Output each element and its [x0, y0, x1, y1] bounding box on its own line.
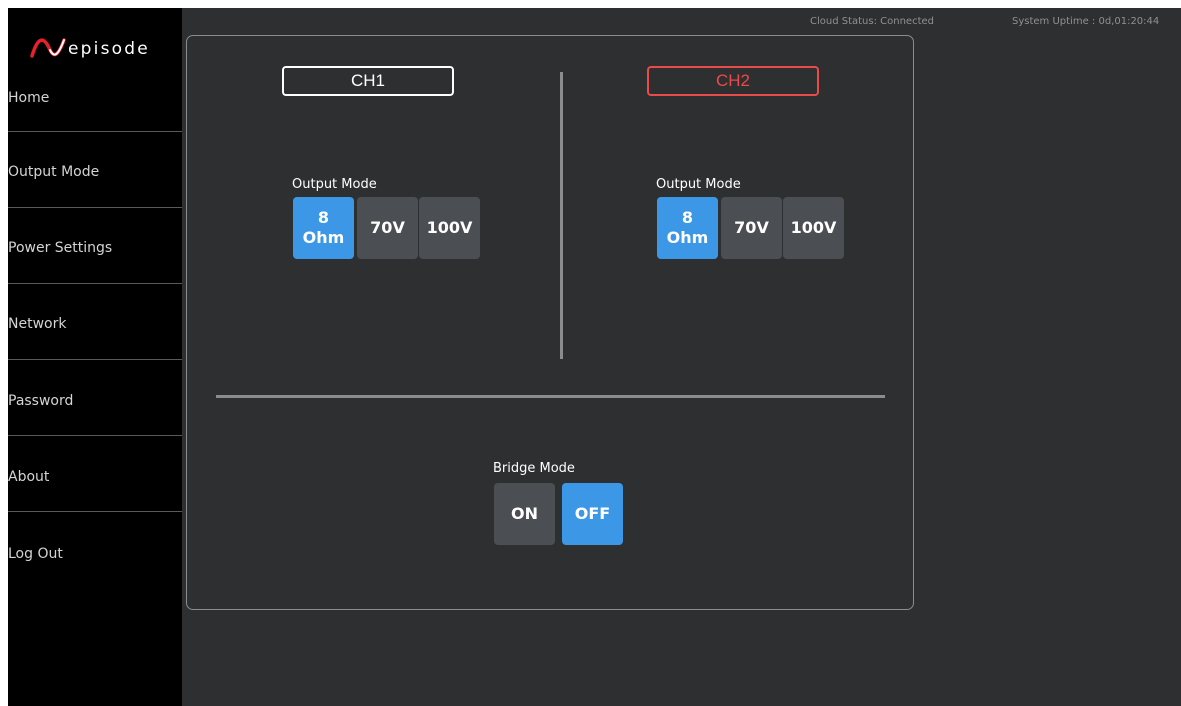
nav-item-label: Password: [8, 393, 74, 409]
nav-item-home[interactable]: Home: [8, 62, 182, 138]
nav-item-label: Log Out: [8, 546, 63, 562]
nav-item-network[interactable]: Network: [8, 284, 182, 360]
nav-item-label: Network: [8, 316, 67, 332]
system-uptime: System Uptime : 0d,01:20:44: [1012, 16, 1160, 27]
button-label: Ohm: [302, 228, 345, 247]
button-label: 8: [317, 208, 330, 227]
bridge-off-button[interactable]: OFF: [562, 483, 623, 545]
ch2-8ohm-button[interactable]: 8 Ohm: [657, 197, 718, 259]
bridge-on-button[interactable]: ON: [494, 483, 555, 545]
ch1-8ohm-button[interactable]: 8 Ohm: [293, 197, 354, 259]
ch2-output-mode-label: Output Mode: [656, 177, 741, 192]
nav-item-label: Power Settings: [8, 240, 113, 256]
brand-logo: episode: [30, 34, 170, 62]
channel-1-header: CH1: [282, 66, 454, 96]
nav-item-about[interactable]: About: [8, 436, 182, 512]
channel-divider: [560, 72, 563, 359]
ch2-70v-button[interactable]: 70V: [721, 197, 782, 259]
nav-item-password[interactable]: Password: [8, 360, 182, 436]
output-mode-panel: CH1 CH2 Output Mode 8 Ohm 70V 100V Outpu…: [186, 35, 914, 610]
channel-2-header: CH2: [647, 66, 819, 96]
bridge-mode-label: Bridge Mode: [493, 461, 575, 476]
app-window: episode Home Output Mode Power Settings …: [8, 8, 1181, 706]
nav-item-label: About: [8, 469, 50, 485]
ch1-output-mode-label: Output Mode: [292, 177, 377, 192]
ch1-100v-button[interactable]: 100V: [419, 197, 480, 259]
nav-item-label: Output Mode: [8, 164, 100, 180]
button-label: Ohm: [666, 228, 709, 247]
nav-item-power-settings[interactable]: Power Settings: [8, 208, 182, 284]
nav-item-log-out[interactable]: Log Out: [8, 512, 182, 588]
sidebar: episode Home Output Mode Power Settings …: [8, 8, 182, 706]
nav-item-output-mode[interactable]: Output Mode: [8, 132, 182, 208]
section-divider: [216, 395, 885, 398]
brand-name: episode: [68, 39, 150, 59]
button-label: 8: [681, 208, 694, 227]
ch2-100v-button[interactable]: 100V: [783, 197, 844, 259]
logo-wave-icon: [30, 38, 66, 58]
ch1-70v-button[interactable]: 70V: [357, 197, 418, 259]
nav-item-label: Home: [8, 90, 50, 106]
cloud-status: Cloud Status: Connected: [810, 16, 935, 27]
